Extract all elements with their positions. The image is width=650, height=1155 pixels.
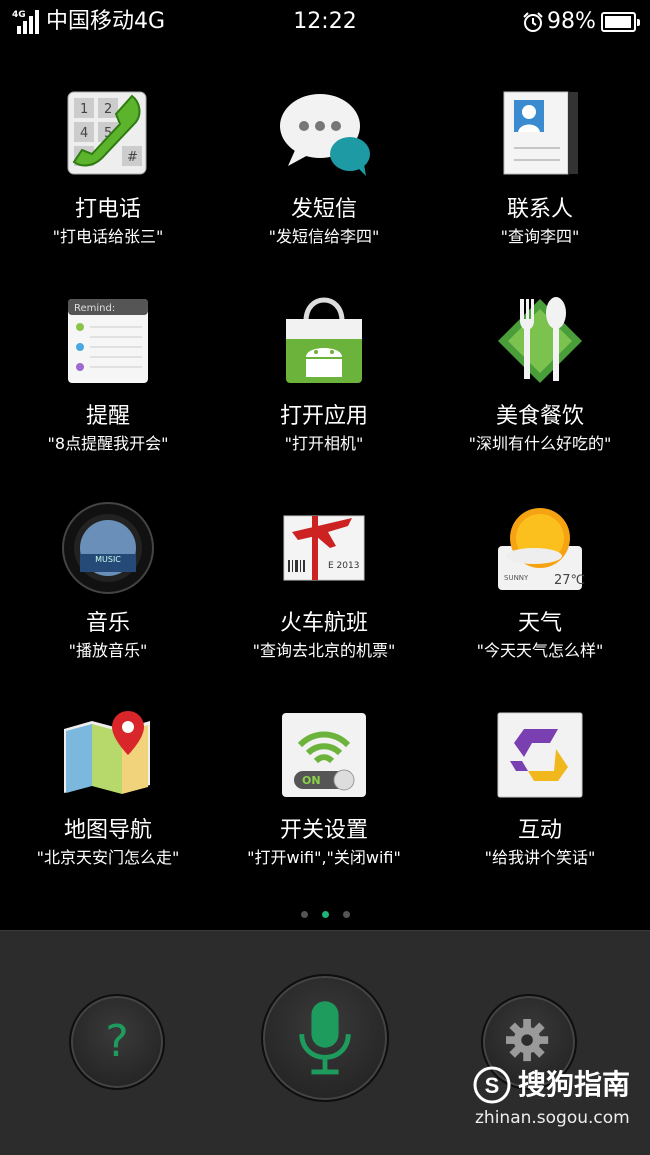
status-bar: 4G 中国移动4G 12:22 98% [0, 0, 650, 44]
command-title: 发短信 [290, 197, 357, 222]
sogou-brand: 搜狗指南 [518, 1068, 631, 1101]
command-example: "播放音乐" [68, 641, 148, 660]
command-example: "8点提醒我开会" [47, 434, 169, 453]
command-title: 互动 [517, 818, 562, 843]
help-button[interactable]: ? [69, 994, 165, 1090]
command-title: 打电话 [74, 197, 141, 222]
sogou-logo-letter: S [485, 1073, 500, 1098]
command-item[interactable]: Remind: 提醒 "8点提醒我开会" [0, 277, 216, 477]
microphone-button[interactable] [261, 974, 389, 1102]
command-item[interactable]: 1 2 4 5 # 打电话 "打电话给张三" [0, 70, 216, 270]
command-item[interactable]: 发短信 "发短信给李四" [216, 70, 432, 270]
command-example: "给我讲个笑话" [484, 848, 596, 867]
alarm-clock-icon [523, 12, 543, 32]
command-item[interactable]: 联系人 "查询李四" [432, 70, 648, 270]
contacts-card-icon [494, 88, 586, 180]
weather-icon-temp: 27℃ [554, 573, 585, 588]
sogou-watermark: S 搜狗指南 zhinan.sogou.com [472, 1065, 642, 1145]
question-mark-icon: ? [105, 1016, 129, 1067]
music-disc-icon: MUSIC [62, 502, 154, 594]
command-title: 打开应用 [279, 404, 368, 429]
music-icon-label: MUSIC [95, 555, 121, 564]
command-title: 联系人 [506, 197, 573, 222]
command-title: 天气 [517, 611, 562, 636]
wifi-toggle-icon: ON [278, 709, 370, 801]
command-example: "打开相机" [284, 434, 364, 453]
command-example: "打电话给张三" [52, 227, 164, 246]
svg-text:4: 4 [80, 126, 88, 141]
command-example: "查询李四" [500, 227, 580, 246]
command-title: 地图导航 [63, 818, 152, 843]
command-item[interactable]: 美食餐饮 "深圳有什么好吃的" [432, 277, 648, 477]
command-item[interactable]: SUNNY 27℃ 天气 "今天天气怎么样" [432, 484, 648, 684]
flight-ticket-icon: E 2013 [278, 502, 370, 594]
phone-dialer-icon: 1 2 4 5 # [62, 88, 154, 180]
command-example: "深圳有什么好吃的" [468, 434, 612, 453]
command-title: 提醒 [85, 404, 130, 429]
fork-spoon-icon [494, 295, 586, 387]
android-bag-icon [278, 295, 370, 387]
command-example: "北京天安门怎么走" [36, 848, 180, 867]
interact-arrows-icon [494, 709, 586, 801]
reminder-icon-label: Remind: [74, 303, 115, 314]
page-dot-active [321, 911, 329, 918]
page-dot [342, 911, 350, 918]
command-example: "今天天气怎么样" [476, 641, 604, 660]
command-item[interactable]: ON 开关设置 "打开wifi","关闭wifi" [216, 691, 432, 891]
command-title: 美食餐饮 [495, 404, 584, 429]
sunny-weather-icon: SUNNY 27℃ [494, 502, 586, 594]
command-item[interactable]: 打开应用 "打开相机" [216, 277, 432, 477]
microphone-icon [299, 1001, 351, 1075]
command-title: 火车航班 [279, 611, 368, 636]
command-title: 开关设置 [279, 818, 368, 843]
command-example: "发短信给李四" [268, 227, 380, 246]
reminder-list-icon: Remind: [62, 295, 154, 387]
battery-percent: 98% [547, 9, 596, 34]
weather-icon-label: SUNNY [504, 574, 529, 582]
command-item[interactable]: MUSIC 音乐 "播放音乐" [0, 484, 216, 684]
command-example: "查询去北京的机票" [252, 641, 396, 660]
svg-text:2: 2 [104, 102, 112, 117]
ticket-icon-label: E 2013 [328, 561, 359, 571]
svg-text:1: 1 [80, 102, 88, 117]
sogou-url: zhinan.sogou.com [475, 1108, 630, 1128]
message-bubbles-icon [278, 88, 370, 180]
command-title: 音乐 [85, 611, 130, 636]
command-item[interactable]: E 2013 火车航班 "查询去北京的机票" [216, 484, 432, 684]
command-example: "打开wifi","关闭wifi" [247, 848, 401, 867]
sogou-logo-icon: S [473, 1066, 511, 1104]
page-indicator [0, 903, 650, 922]
map-pin-icon [62, 709, 154, 801]
battery-icon [601, 12, 640, 32]
command-item[interactable]: 互动 "给我讲个笑话" [432, 691, 648, 891]
page-dot [300, 911, 308, 918]
toggle-icon-label: ON [302, 774, 321, 787]
svg-text:#: # [127, 150, 138, 165]
command-item[interactable]: 地图导航 "北京天安门怎么走" [0, 691, 216, 891]
